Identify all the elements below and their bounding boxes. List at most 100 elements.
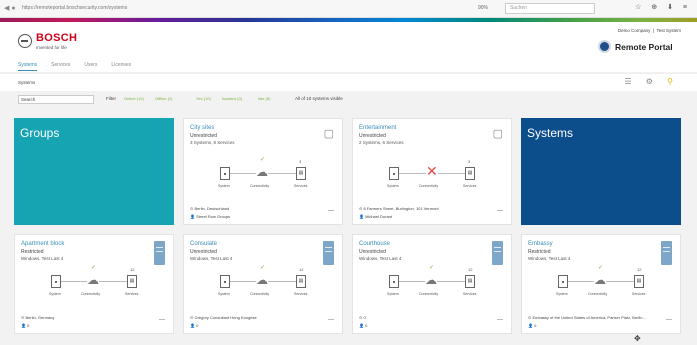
system-document-icon[interactable] bbox=[154, 241, 165, 265]
location-pin-icon: ⊙ bbox=[359, 315, 363, 320]
search-icon[interactable]: ⚲ bbox=[667, 77, 679, 86]
more-menu-icon[interactable]: — bbox=[159, 317, 165, 323]
person-icon: 👤 bbox=[21, 323, 26, 328]
app-header: BOSCH Invented for life Demo Company | T… bbox=[0, 22, 697, 72]
system-search-input[interactable]: Search bbox=[18, 95, 94, 104]
system-label: System bbox=[49, 292, 61, 296]
more-menu-icon[interactable]: — bbox=[666, 317, 672, 323]
connectivity-label: Connectivity bbox=[419, 292, 439, 296]
card-contact: 👤 Michael Durant bbox=[359, 214, 392, 219]
card-subtitle: 2 Systems, 6 Services bbox=[359, 140, 404, 145]
person-icon: 👤 bbox=[190, 214, 195, 219]
system-node-icon bbox=[389, 167, 399, 180]
card-address: ⊙ Gregory Consultant Hong Kongese bbox=[190, 315, 257, 320]
tile-groups[interactable]: Groups bbox=[14, 118, 174, 225]
group-card[interactable]: Entertainment Unrestricted 2 Systems, 6 Se… bbox=[352, 118, 512, 225]
person-icon: 👤 bbox=[359, 214, 364, 219]
connectivity-diagram: ✓ ☁ 12 ▤ System Connectivity Services bbox=[184, 265, 342, 309]
card-title[interactable]: Embassy bbox=[528, 241, 553, 247]
more-menu-icon[interactable]: — bbox=[328, 317, 334, 323]
system-document-icon[interactable] bbox=[323, 241, 334, 265]
card-status: Restricted bbox=[21, 249, 44, 255]
status-check-icon: ✓ bbox=[598, 265, 604, 271]
breadcrumb: Systems bbox=[18, 80, 36, 85]
services-label: Services bbox=[294, 184, 308, 188]
bosch-logo-icon[interactable] bbox=[18, 34, 32, 48]
cloud-icon: ☁ bbox=[594, 273, 606, 287]
brand-name[interactable]: BOSCH bbox=[36, 32, 77, 44]
list-view-icon[interactable]: ☰ bbox=[624, 77, 637, 86]
location-pin-icon: ⊙ bbox=[528, 315, 532, 320]
group-card[interactable]: City sites Unrestricted 3 Systems, 8 Servi… bbox=[183, 118, 343, 225]
system-node-icon bbox=[51, 275, 61, 288]
person-icon: 👤 bbox=[190, 323, 195, 328]
tile-systems[interactable]: Systems bbox=[521, 118, 681, 225]
services-node-icon: ▤ bbox=[296, 275, 306, 288]
filter-bar: Search Filter Online (10) Offline (1) Ye… bbox=[0, 92, 697, 106]
status-check-icon: ✓ bbox=[260, 265, 266, 271]
filter-state-a[interactable]: Yes (10) bbox=[196, 96, 211, 101]
tab-licenses[interactable]: Licenses bbox=[111, 62, 131, 71]
address-text: Gregory Consultant Hong Kongese bbox=[194, 315, 257, 320]
system-card[interactable]: Consulate Unrestricted Windows, Test Last … bbox=[183, 234, 343, 334]
services-node-icon: ▤ bbox=[634, 275, 644, 288]
address-bar[interactable]: https://remoteportal.boschsecurity.com/s… bbox=[22, 3, 342, 14]
location-pin-icon: ⊙ bbox=[190, 206, 194, 211]
services-label: Services bbox=[125, 292, 139, 296]
services-node-icon: ▤ bbox=[296, 167, 306, 180]
user-link[interactable]: Test System bbox=[656, 28, 681, 33]
connectivity-diagram: ✕ 3 ▤ System Connectivity Services bbox=[353, 159, 511, 201]
system-document-icon[interactable] bbox=[492, 241, 503, 265]
system-label: System bbox=[387, 184, 399, 188]
sub-toolbar: Systems ☰ ⚙ ⚲ bbox=[0, 73, 697, 91]
contact-text: Michael Durant bbox=[365, 214, 393, 219]
card-status: Unrestricted bbox=[359, 133, 386, 139]
system-node-icon bbox=[220, 275, 230, 288]
system-node-icon bbox=[389, 275, 399, 288]
more-menu-icon[interactable]: — bbox=[497, 317, 503, 323]
card-subtitle: Windows, Test Last 4 bbox=[528, 256, 571, 261]
gear-icon[interactable]: ⚙ bbox=[646, 77, 659, 86]
contact-text: 0 bbox=[365, 323, 368, 328]
card-title[interactable]: Entertainment bbox=[359, 125, 396, 131]
connectivity-label: Connectivity bbox=[250, 184, 270, 188]
tab-services[interactable]: Services bbox=[51, 62, 70, 71]
tab-systems[interactable]: Systems bbox=[18, 62, 38, 71]
browser-nav-icons[interactable]: ◀ ● bbox=[4, 4, 16, 12]
filter-online[interactable]: Online (10) bbox=[124, 96, 144, 101]
card-address: ⊙ Berlin, Germany bbox=[21, 315, 54, 320]
services-node-icon: ▤ bbox=[465, 275, 475, 288]
system-card[interactable]: Apartment block Restricted Windows, Test L… bbox=[14, 234, 174, 334]
folder-icon[interactable]: ▢ bbox=[493, 127, 503, 140]
location-pin-icon: ⊙ bbox=[190, 315, 194, 320]
cloud-icon: ☁ bbox=[87, 273, 99, 287]
more-menu-icon[interactable]: — bbox=[497, 208, 503, 214]
browser-tool-icons[interactable]: ☆ ⊕ ⬇ ≡ bbox=[635, 3, 691, 11]
services-node-icon: ▤ bbox=[465, 167, 475, 180]
card-status: Unrestricted bbox=[190, 249, 217, 255]
card-title[interactable]: City sites bbox=[190, 125, 214, 131]
filter-offline[interactable]: Offline (1) bbox=[155, 96, 173, 101]
filter-state-b[interactable]: Isolated (0) bbox=[222, 96, 242, 101]
filter-state-c[interactable]: Idle (8) bbox=[258, 96, 270, 101]
services-count: 12 bbox=[637, 267, 642, 272]
card-address: ⊙ 6 Farmers Street, Burlington, 101 Verm… bbox=[359, 206, 439, 211]
company-link[interactable]: Demo Company bbox=[618, 28, 651, 33]
system-document-icon[interactable] bbox=[661, 241, 672, 265]
browser-search-input[interactable]: Suchen bbox=[505, 3, 595, 14]
address-text: 6 Farmers Street, Burlington, 101 Vermon… bbox=[363, 206, 439, 211]
more-menu-icon[interactable]: — bbox=[328, 208, 334, 214]
disconnected-icon: ✕ bbox=[426, 163, 438, 180]
card-address: ⊙ Embassy of the United States of Americ… bbox=[528, 315, 646, 320]
location-pin-icon: ⊙ bbox=[21, 315, 25, 320]
card-title[interactable]: Apartment block bbox=[21, 241, 64, 247]
card-title[interactable]: Courthouse bbox=[359, 241, 390, 247]
tab-users[interactable]: Users bbox=[84, 62, 97, 71]
status-check-icon: ✓ bbox=[260, 157, 266, 163]
system-card[interactable]: Embassy Restricted Windows, Test Last 4 ✓ ☁ 1… bbox=[521, 234, 681, 334]
folder-icon[interactable]: ▢ bbox=[324, 127, 334, 140]
zoom-level: 90% bbox=[478, 5, 489, 11]
system-card[interactable]: Courthouse Unrestricted Windows, Test Last… bbox=[352, 234, 512, 334]
card-subtitle: Windows, Test Last 4 bbox=[190, 256, 233, 261]
card-title[interactable]: Consulate bbox=[190, 241, 217, 247]
